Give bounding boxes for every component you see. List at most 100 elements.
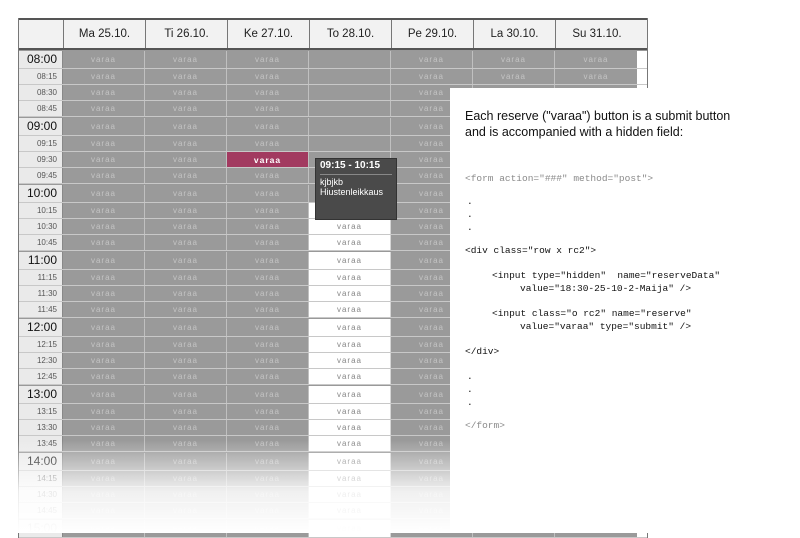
reserve-button-thu[interactable]: varaa xyxy=(309,252,391,269)
reserve-button-mon[interactable]: varaa xyxy=(63,235,145,250)
reserve-button-sat[interactable]: varaa xyxy=(473,51,555,68)
reserve-button-wed[interactable]: varaa xyxy=(227,453,309,470)
reserve-button-sun[interactable]: varaa xyxy=(555,51,637,68)
reserve-button-wed[interactable]: varaa xyxy=(227,185,309,202)
reserve-button-mon[interactable]: varaa xyxy=(63,219,145,234)
reserve-button-wed[interactable]: varaa xyxy=(227,203,309,218)
reserve-button-thu[interactable]: varaa xyxy=(309,235,391,250)
reserve-button-tue[interactable]: varaa xyxy=(145,520,227,537)
reserve-button-wed[interactable]: varaa xyxy=(227,369,309,384)
reserve-button-tue[interactable]: varaa xyxy=(145,319,227,336)
reserve-button-wed[interactable]: varaa xyxy=(227,353,309,368)
reserve-button-mon[interactable]: varaa xyxy=(63,436,145,451)
reserve-button-mon[interactable]: varaa xyxy=(63,118,145,135)
reserve-button-mon[interactable]: varaa xyxy=(63,69,145,84)
reserve-button-mon[interactable]: varaa xyxy=(63,270,145,285)
reserve-button-tue[interactable]: varaa xyxy=(145,487,227,502)
reserve-button-sun[interactable]: varaa xyxy=(555,69,637,84)
reserve-button-mon[interactable]: varaa xyxy=(63,286,145,301)
reserve-button-fri[interactable]: varaa xyxy=(391,51,473,68)
reserve-button-wed[interactable]: varaa xyxy=(227,85,309,100)
reserve-button-wed[interactable]: varaa xyxy=(227,252,309,269)
reserve-button-tue[interactable]: varaa xyxy=(145,235,227,250)
reserve-button-tue[interactable]: varaa xyxy=(145,353,227,368)
reserve-button-tue[interactable]: varaa xyxy=(145,453,227,470)
reserve-button-tue[interactable]: varaa xyxy=(145,503,227,518)
reserve-button-tue[interactable]: varaa xyxy=(145,51,227,68)
reserve-button-tue[interactable]: varaa xyxy=(145,136,227,151)
reserve-button-tue[interactable]: varaa xyxy=(145,286,227,301)
reserve-button-wed[interactable]: varaa xyxy=(227,235,309,250)
reserve-button-tue[interactable]: varaa xyxy=(145,420,227,435)
reserve-button-mon[interactable]: varaa xyxy=(63,319,145,336)
reserve-button-mon[interactable]: varaa xyxy=(63,168,145,183)
reserve-button-wed[interactable]: varaa xyxy=(227,319,309,336)
reserve-button-mon[interactable]: varaa xyxy=(63,85,145,100)
reserve-button-wed[interactable]: varaa xyxy=(227,520,309,537)
reserve-button-thu[interactable]: varaa xyxy=(309,503,391,518)
reserve-button-mon[interactable]: varaa xyxy=(63,51,145,68)
reserve-button-mon[interactable]: varaa xyxy=(63,152,145,167)
reserve-button-tue[interactable]: varaa xyxy=(145,85,227,100)
reserve-button-wed[interactable]: varaa xyxy=(227,302,309,317)
reserve-button-wed[interactable]: varaa xyxy=(227,503,309,518)
reserve-button-thu[interactable]: varaa xyxy=(309,420,391,435)
reserve-button-thu[interactable]: varaa xyxy=(309,487,391,502)
reserve-button-wed[interactable]: varaa xyxy=(227,118,309,135)
reserve-button-wed[interactable]: varaa xyxy=(227,136,309,151)
reserve-button-mon[interactable]: varaa xyxy=(63,369,145,384)
reserve-button-wed[interactable]: varaa xyxy=(227,420,309,435)
reserve-button-tue[interactable]: varaa xyxy=(145,337,227,352)
reserve-button-thu[interactable]: varaa xyxy=(309,369,391,384)
reserve-button-wed[interactable]: varaa xyxy=(227,168,309,183)
reserve-button-thu[interactable] xyxy=(309,51,391,68)
reserve-button-tue[interactable]: varaa xyxy=(145,386,227,403)
reserve-button-sat[interactable]: varaa xyxy=(473,69,555,84)
reserve-button-tue[interactable]: varaa xyxy=(145,302,227,317)
reserve-button-mon[interactable]: varaa xyxy=(63,503,145,518)
reserve-button-tue[interactable]: varaa xyxy=(145,270,227,285)
reserve-button-wed[interactable]: varaa xyxy=(227,487,309,502)
reserve-button-tue[interactable]: varaa xyxy=(145,252,227,269)
reserve-button-thu[interactable]: varaa xyxy=(309,520,391,537)
reserve-button-mon[interactable]: varaa xyxy=(63,487,145,502)
reserve-button-thu[interactable]: varaa xyxy=(309,353,391,368)
reserve-button-thu[interactable]: varaa xyxy=(309,302,391,317)
reserve-button-tue[interactable]: varaa xyxy=(145,168,227,183)
reserve-button-mon[interactable]: varaa xyxy=(63,101,145,116)
reserve-button-thu[interactable] xyxy=(309,101,391,116)
reserve-button-thu[interactable] xyxy=(309,69,391,84)
reserve-button-wed[interactable]: varaa xyxy=(227,51,309,68)
reserve-button-mon[interactable]: varaa xyxy=(63,420,145,435)
reserve-button-mon[interactable]: varaa xyxy=(63,203,145,218)
reserve-button-tue[interactable]: varaa xyxy=(145,118,227,135)
reserve-button-mon[interactable]: varaa xyxy=(63,252,145,269)
reserve-button-wed[interactable]: varaa xyxy=(227,101,309,116)
reserve-button-thu[interactable]: varaa xyxy=(309,471,391,486)
booking-block[interactable]: 09:15 - 10:15 kjbjkb Hiustenleikkaus xyxy=(315,158,397,220)
reserve-button-tue[interactable]: varaa xyxy=(145,69,227,84)
reserve-button-thu[interactable]: varaa xyxy=(309,319,391,336)
reserve-button-tue[interactable]: varaa xyxy=(145,219,227,234)
reserve-button-thu[interactable]: varaa xyxy=(309,386,391,403)
reserve-button-thu[interactable]: varaa xyxy=(309,436,391,451)
reserve-button-mon[interactable]: varaa xyxy=(63,353,145,368)
reserve-button-mon[interactable]: varaa xyxy=(63,404,145,419)
reserve-button-wed[interactable]: varaa xyxy=(227,337,309,352)
reserve-button-mon[interactable]: varaa xyxy=(63,520,145,537)
reserve-button-wed[interactable]: varaa xyxy=(227,69,309,84)
reserve-button-thu[interactable]: varaa xyxy=(309,219,391,234)
reserve-button-wed[interactable]: varaa xyxy=(227,219,309,234)
reserve-button-mon[interactable]: varaa xyxy=(63,453,145,470)
reserve-button-wed[interactable]: varaa xyxy=(227,386,309,403)
reserve-button-fri[interactable]: varaa xyxy=(391,69,473,84)
reserve-button-mon[interactable]: varaa xyxy=(63,337,145,352)
reserve-button-mon[interactable]: varaa xyxy=(63,386,145,403)
reserve-button-thu[interactable]: varaa xyxy=(309,337,391,352)
reserve-button-tue[interactable]: varaa xyxy=(145,404,227,419)
reserve-button-thu[interactable]: varaa xyxy=(309,270,391,285)
reserve-button-tue[interactable]: varaa xyxy=(145,152,227,167)
reserve-button-tue[interactable]: varaa xyxy=(145,436,227,451)
reserve-button-tue[interactable]: varaa xyxy=(145,369,227,384)
reserve-button-tue[interactable]: varaa xyxy=(145,101,227,116)
